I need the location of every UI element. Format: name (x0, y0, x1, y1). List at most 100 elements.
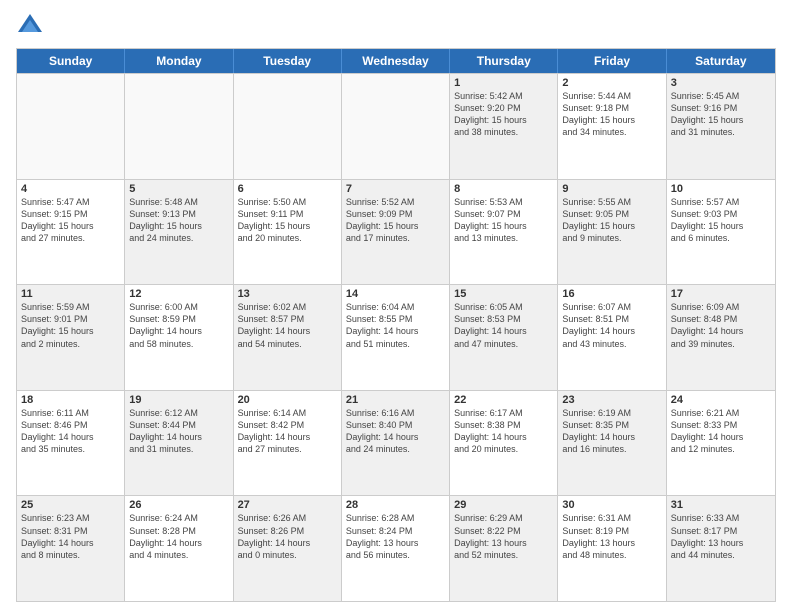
day-number: 31 (671, 499, 771, 511)
cell-text: Sunrise: 5:53 AM Sunset: 9:07 PM Dayligh… (454, 196, 553, 245)
cell-text: Sunrise: 5:48 AM Sunset: 9:13 PM Dayligh… (129, 196, 228, 245)
cal-cell-31: 31Sunrise: 6:33 AM Sunset: 8:17 PM Dayli… (667, 496, 775, 601)
day-number: 17 (671, 288, 771, 300)
header-day-friday: Friday (558, 49, 666, 73)
cal-cell-5: 5Sunrise: 5:48 AM Sunset: 9:13 PM Daylig… (125, 180, 233, 285)
cell-text: Sunrise: 5:45 AM Sunset: 9:16 PM Dayligh… (671, 90, 771, 139)
cell-text: Sunrise: 6:24 AM Sunset: 8:28 PM Dayligh… (129, 512, 228, 561)
cal-cell-empty-0-3 (342, 74, 450, 179)
cell-text: Sunrise: 6:33 AM Sunset: 8:17 PM Dayligh… (671, 512, 771, 561)
header-day-wednesday: Wednesday (342, 49, 450, 73)
cell-text: Sunrise: 5:55 AM Sunset: 9:05 PM Dayligh… (562, 196, 661, 245)
header-day-tuesday: Tuesday (234, 49, 342, 73)
day-number: 16 (562, 288, 661, 300)
cal-cell-28: 28Sunrise: 6:28 AM Sunset: 8:24 PM Dayli… (342, 496, 450, 601)
day-number: 10 (671, 183, 771, 195)
day-number: 24 (671, 394, 771, 406)
cell-text: Sunrise: 6:14 AM Sunset: 8:42 PM Dayligh… (238, 407, 337, 456)
cal-cell-9: 9Sunrise: 5:55 AM Sunset: 9:05 PM Daylig… (558, 180, 666, 285)
cell-text: Sunrise: 5:52 AM Sunset: 9:09 PM Dayligh… (346, 196, 445, 245)
cal-cell-3: 3Sunrise: 5:45 AM Sunset: 9:16 PM Daylig… (667, 74, 775, 179)
calendar-row-0: 1Sunrise: 5:42 AM Sunset: 9:20 PM Daylig… (17, 73, 775, 179)
cell-text: Sunrise: 6:23 AM Sunset: 8:31 PM Dayligh… (21, 512, 120, 561)
day-number: 14 (346, 288, 445, 300)
calendar-row-2: 11Sunrise: 5:59 AM Sunset: 9:01 PM Dayli… (17, 284, 775, 390)
cal-cell-29: 29Sunrise: 6:29 AM Sunset: 8:22 PM Dayli… (450, 496, 558, 601)
day-number: 25 (21, 499, 120, 511)
day-number: 7 (346, 183, 445, 195)
cal-cell-20: 20Sunrise: 6:14 AM Sunset: 8:42 PM Dayli… (234, 391, 342, 496)
day-number: 6 (238, 183, 337, 195)
cell-text: Sunrise: 6:04 AM Sunset: 8:55 PM Dayligh… (346, 301, 445, 350)
cal-cell-2: 2Sunrise: 5:44 AM Sunset: 9:18 PM Daylig… (558, 74, 666, 179)
day-number: 22 (454, 394, 553, 406)
cal-cell-1: 1Sunrise: 5:42 AM Sunset: 9:20 PM Daylig… (450, 74, 558, 179)
cell-text: Sunrise: 6:28 AM Sunset: 8:24 PM Dayligh… (346, 512, 445, 561)
cell-text: Sunrise: 6:31 AM Sunset: 8:19 PM Dayligh… (562, 512, 661, 561)
cell-text: Sunrise: 6:29 AM Sunset: 8:22 PM Dayligh… (454, 512, 553, 561)
day-number: 21 (346, 394, 445, 406)
header-day-thursday: Thursday (450, 49, 558, 73)
cell-text: Sunrise: 6:11 AM Sunset: 8:46 PM Dayligh… (21, 407, 120, 456)
day-number: 3 (671, 77, 771, 89)
cal-cell-13: 13Sunrise: 6:02 AM Sunset: 8:57 PM Dayli… (234, 285, 342, 390)
cell-text: Sunrise: 6:12 AM Sunset: 8:44 PM Dayligh… (129, 407, 228, 456)
day-number: 9 (562, 183, 661, 195)
cal-cell-15: 15Sunrise: 6:05 AM Sunset: 8:53 PM Dayli… (450, 285, 558, 390)
cal-cell-19: 19Sunrise: 6:12 AM Sunset: 8:44 PM Dayli… (125, 391, 233, 496)
day-number: 5 (129, 183, 228, 195)
calendar-row-4: 25Sunrise: 6:23 AM Sunset: 8:31 PM Dayli… (17, 495, 775, 601)
cal-cell-27: 27Sunrise: 6:26 AM Sunset: 8:26 PM Dayli… (234, 496, 342, 601)
day-number: 4 (21, 183, 120, 195)
cal-cell-17: 17Sunrise: 6:09 AM Sunset: 8:48 PM Dayli… (667, 285, 775, 390)
cell-text: Sunrise: 6:26 AM Sunset: 8:26 PM Dayligh… (238, 512, 337, 561)
cal-cell-empty-0-2 (234, 74, 342, 179)
day-number: 18 (21, 394, 120, 406)
cell-text: Sunrise: 5:59 AM Sunset: 9:01 PM Dayligh… (21, 301, 120, 350)
calendar-row-3: 18Sunrise: 6:11 AM Sunset: 8:46 PM Dayli… (17, 390, 775, 496)
cal-cell-8: 8Sunrise: 5:53 AM Sunset: 9:07 PM Daylig… (450, 180, 558, 285)
cell-text: Sunrise: 6:05 AM Sunset: 8:53 PM Dayligh… (454, 301, 553, 350)
day-number: 19 (129, 394, 228, 406)
day-number: 13 (238, 288, 337, 300)
cal-cell-empty-0-1 (125, 74, 233, 179)
day-number: 27 (238, 499, 337, 511)
day-number: 28 (346, 499, 445, 511)
cell-text: Sunrise: 5:50 AM Sunset: 9:11 PM Dayligh… (238, 196, 337, 245)
cal-cell-24: 24Sunrise: 6:21 AM Sunset: 8:33 PM Dayli… (667, 391, 775, 496)
calendar-header: SundayMondayTuesdayWednesdayThursdayFrid… (17, 49, 775, 73)
day-number: 2 (562, 77, 661, 89)
cell-text: Sunrise: 6:02 AM Sunset: 8:57 PM Dayligh… (238, 301, 337, 350)
day-number: 1 (454, 77, 553, 89)
cal-cell-12: 12Sunrise: 6:00 AM Sunset: 8:59 PM Dayli… (125, 285, 233, 390)
cal-cell-18: 18Sunrise: 6:11 AM Sunset: 8:46 PM Dayli… (17, 391, 125, 496)
cal-cell-4: 4Sunrise: 5:47 AM Sunset: 9:15 PM Daylig… (17, 180, 125, 285)
header (16, 12, 776, 40)
cell-text: Sunrise: 5:47 AM Sunset: 9:15 PM Dayligh… (21, 196, 120, 245)
cal-cell-10: 10Sunrise: 5:57 AM Sunset: 9:03 PM Dayli… (667, 180, 775, 285)
cell-text: Sunrise: 6:07 AM Sunset: 8:51 PM Dayligh… (562, 301, 661, 350)
cal-cell-30: 30Sunrise: 6:31 AM Sunset: 8:19 PM Dayli… (558, 496, 666, 601)
cal-cell-14: 14Sunrise: 6:04 AM Sunset: 8:55 PM Dayli… (342, 285, 450, 390)
cell-text: Sunrise: 6:17 AM Sunset: 8:38 PM Dayligh… (454, 407, 553, 456)
calendar-body: 1Sunrise: 5:42 AM Sunset: 9:20 PM Daylig… (17, 73, 775, 601)
day-number: 12 (129, 288, 228, 300)
day-number: 20 (238, 394, 337, 406)
cal-cell-26: 26Sunrise: 6:24 AM Sunset: 8:28 PM Dayli… (125, 496, 233, 601)
cell-text: Sunrise: 6:00 AM Sunset: 8:59 PM Dayligh… (129, 301, 228, 350)
cal-cell-22: 22Sunrise: 6:17 AM Sunset: 8:38 PM Dayli… (450, 391, 558, 496)
day-number: 15 (454, 288, 553, 300)
cal-cell-11: 11Sunrise: 5:59 AM Sunset: 9:01 PM Dayli… (17, 285, 125, 390)
cell-text: Sunrise: 5:57 AM Sunset: 9:03 PM Dayligh… (671, 196, 771, 245)
cal-cell-23: 23Sunrise: 6:19 AM Sunset: 8:35 PM Dayli… (558, 391, 666, 496)
day-number: 29 (454, 499, 553, 511)
logo (16, 12, 48, 40)
cal-cell-21: 21Sunrise: 6:16 AM Sunset: 8:40 PM Dayli… (342, 391, 450, 496)
day-number: 26 (129, 499, 228, 511)
cal-cell-25: 25Sunrise: 6:23 AM Sunset: 8:31 PM Dayli… (17, 496, 125, 601)
calendar-row-1: 4Sunrise: 5:47 AM Sunset: 9:15 PM Daylig… (17, 179, 775, 285)
logo-icon (16, 12, 44, 40)
header-day-sunday: Sunday (17, 49, 125, 73)
cell-text: Sunrise: 5:44 AM Sunset: 9:18 PM Dayligh… (562, 90, 661, 139)
cell-text: Sunrise: 5:42 AM Sunset: 9:20 PM Dayligh… (454, 90, 553, 139)
